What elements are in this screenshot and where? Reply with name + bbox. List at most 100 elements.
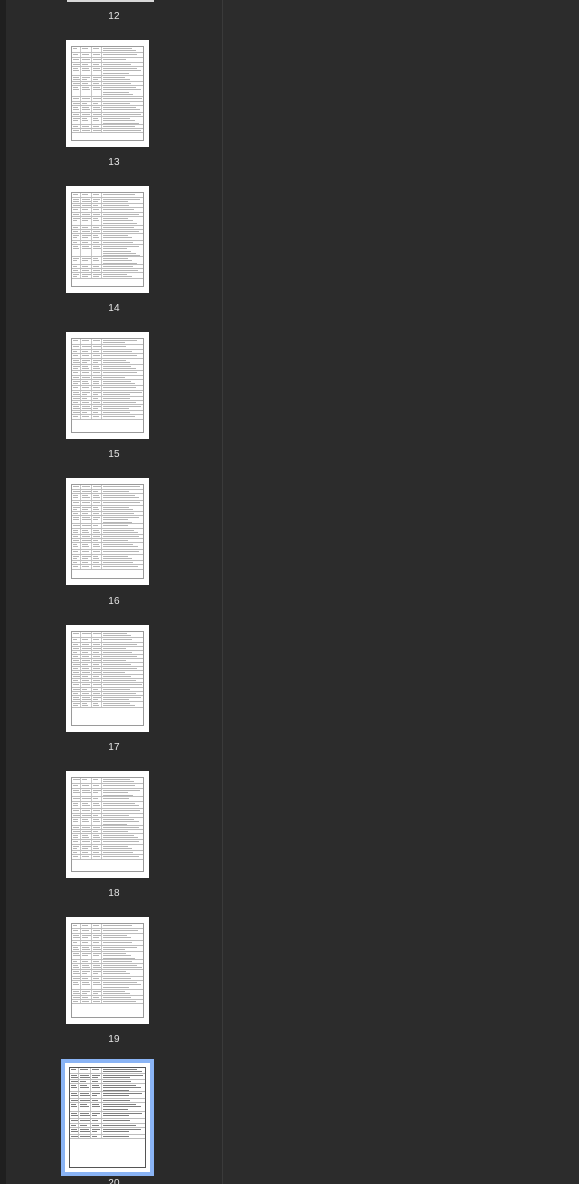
thumbnail-table-row [72, 415, 143, 420]
page-thumbnail-20-selected[interactable] [61, 1059, 154, 1176]
page-thumbnail-15[interactable] [66, 332, 149, 439]
page-thumbnail-17[interactable] [66, 625, 149, 732]
thumbnail-table-cell [81, 76, 92, 81]
thumbnail-text-line [92, 260, 99, 262]
thumbnail-table-cell [102, 217, 143, 225]
thumbnail-table-cell [79, 1119, 91, 1123]
thumbnail-text-line [81, 260, 88, 262]
thumbnail-text-line [102, 126, 136, 128]
thumbnail-table-cell [81, 934, 92, 940]
thumbnail-text-line [81, 955, 88, 957]
thumbnail-text-line [71, 1100, 79, 1102]
previous-page-thumbnail-edge[interactable] [67, 0, 154, 2]
thumbnail-table-cell [92, 535, 102, 538]
thumbnail-table-cell [72, 106, 81, 112]
thumbnail-text-line [80, 1095, 91, 1097]
thumbnail-table-cell [72, 643, 81, 646]
thumbnail-table-cell [81, 550, 92, 554]
page-thumbnail-16[interactable] [66, 478, 149, 585]
thumbnail-table-cell [102, 809, 143, 813]
thumbnail-text-line [81, 398, 88, 400]
page-thumbnail-13[interactable] [66, 40, 149, 147]
thumbnail-table-cell [92, 675, 102, 678]
thumbnail-table-cell [81, 345, 92, 349]
thumbnail-table-cell [79, 1135, 91, 1138]
thumbnail-text-line [102, 1077, 130, 1079]
thumbnail-table-cell [92, 960, 102, 963]
thumbnail-text-line [92, 209, 100, 211]
thumbnail-text-line [102, 635, 132, 637]
thumbnail-text-line [73, 408, 80, 410]
thumbnail-text-line [102, 676, 131, 678]
thumbnail-text-line [81, 392, 91, 394]
thumbnail-text-line [102, 644, 138, 646]
thumbnail-table-cell [92, 784, 102, 788]
thumbnail-table-cell [92, 415, 102, 419]
thumbnail-table-cell [72, 845, 81, 850]
thumbnail-text-line [92, 819, 100, 821]
thumbnail-text-line [102, 656, 137, 658]
thumbnail-text-line [102, 558, 133, 560]
thumbnail-text-line [102, 779, 130, 781]
thumbnail-text-line [73, 699, 80, 701]
thumbnail-text-line [81, 562, 89, 564]
thumbnail-table-cell [81, 371, 92, 375]
thumbnail-text-line [81, 660, 91, 662]
thumbnail-text-line [102, 1136, 130, 1138]
thumbnail-text-line [102, 513, 135, 515]
thumbnail-text-line [92, 194, 100, 196]
thumbnail-table-cell [92, 67, 102, 75]
thumbnail-text-line [102, 835, 134, 837]
thumbnail-table-cell [102, 82, 143, 85]
thumbnail-text-line [92, 848, 99, 850]
thumbnail-text-line [81, 639, 88, 641]
thumbnail-table-cell [92, 76, 102, 81]
thumbnail-text-line [102, 246, 139, 248]
thumbnail-text-line [102, 955, 131, 957]
thumbnail-table-cell [92, 58, 102, 62]
thumbnail-text-line [92, 201, 98, 203]
thumbnail-text-line [102, 1104, 136, 1106]
thumbnail-table-cell [102, 814, 143, 817]
thumbnail-text-line [80, 1069, 88, 1071]
thumbnail-text-line [80, 1077, 91, 1079]
thumbnail-table-cell [102, 929, 143, 933]
thumbnail-text-line [73, 815, 80, 817]
thumbnail-text-line [81, 513, 89, 515]
thumbnail-text-line [73, 652, 78, 654]
thumbnail-text-line [92, 955, 99, 957]
thumbnail-table-cell [102, 1074, 146, 1079]
thumbnail-text-line [102, 502, 140, 504]
thumbnail-text-line [73, 955, 80, 957]
thumbnail-table-cell [92, 934, 102, 940]
thumbnail-text-line [92, 668, 100, 670]
thumbnail-text-line [73, 266, 78, 268]
thumbnail-text-line [73, 831, 80, 833]
thumbnail-text-line [80, 1129, 89, 1131]
thumbnail-text-line [102, 227, 134, 229]
thumbnail-text-line [71, 1081, 79, 1083]
page-thumbnail-18[interactable] [66, 771, 149, 878]
thumbnail-text-line [81, 551, 90, 553]
thumbnail-table-cell [70, 1092, 79, 1098]
thumbnail-table-cell [102, 106, 143, 112]
thumbnail-sidebar[interactable]: 12 13 14 15 16 17 18 19 20 [6, 0, 222, 1184]
thumbnail-text-line [92, 544, 100, 546]
thumbnail-text-line [92, 362, 99, 364]
thumbnail-text-line [92, 266, 99, 268]
thumbnail-text-line [92, 1085, 99, 1087]
thumbnail-table-cell [72, 1000, 81, 1003]
page-thumbnail-14[interactable] [66, 186, 149, 293]
thumbnail-text-line [73, 546, 79, 548]
page-thumbnail-19[interactable] [66, 917, 149, 1024]
thumbnail-table-cell [81, 960, 92, 963]
thumbnail-table-cell [81, 339, 92, 344]
thumbnail-text-line [92, 937, 99, 939]
thumbnail-table-cell [72, 397, 81, 400]
thumbnail-text-line [73, 942, 78, 944]
thumbnail-table-cell [92, 946, 102, 951]
thumbnail-text-line [81, 77, 91, 79]
thumbnail-text-line [102, 205, 129, 207]
thumbnail-text-line [92, 276, 99, 278]
document-viewer-window: 12 13 14 15 16 17 18 19 20 [0, 0, 579, 1184]
